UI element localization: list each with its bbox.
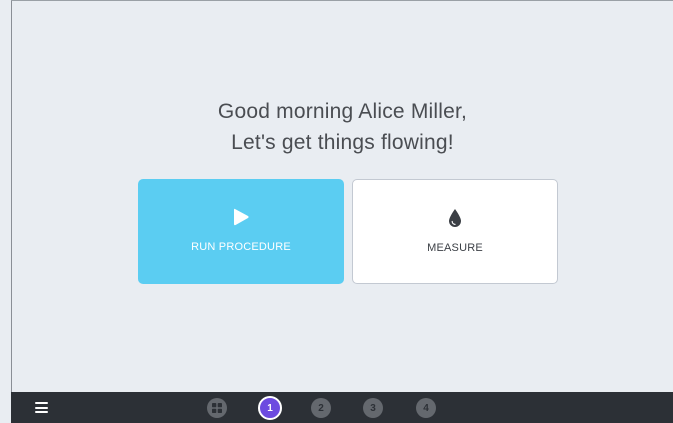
measure-label: MEASURE	[427, 242, 483, 254]
hamburger-menu-icon[interactable]	[35, 402, 48, 413]
step-4-button[interactable]: 4	[416, 398, 436, 418]
measure-button[interactable]: MEASURE	[352, 179, 558, 284]
play-icon	[231, 207, 251, 227]
greeting-text: Good morning Alice Miller, Let's get thi…	[12, 96, 673, 158]
run-procedure-label: RUN PROCEDURE	[191, 241, 291, 253]
bottom-navigation-bar: 1 2 3 4	[11, 392, 673, 423]
step-3-button[interactable]: 3	[363, 398, 383, 418]
grid-icon[interactable]	[207, 398, 227, 418]
drop-icon	[445, 208, 465, 228]
app-screen: Good morning Alice Miller, Let's get thi…	[0, 0, 673, 423]
run-procedure-button[interactable]: RUN PROCEDURE	[138, 179, 344, 284]
greeting-line-1: Good morning Alice Miller,	[217, 100, 468, 123]
screen-edge-top	[11, 0, 673, 1]
step-1-button[interactable]: 1	[258, 396, 282, 420]
greeting-line-2: Let's get things flowing!	[231, 131, 454, 154]
screen-edge-left	[11, 0, 12, 392]
step-2-button[interactable]: 2	[311, 398, 331, 418]
